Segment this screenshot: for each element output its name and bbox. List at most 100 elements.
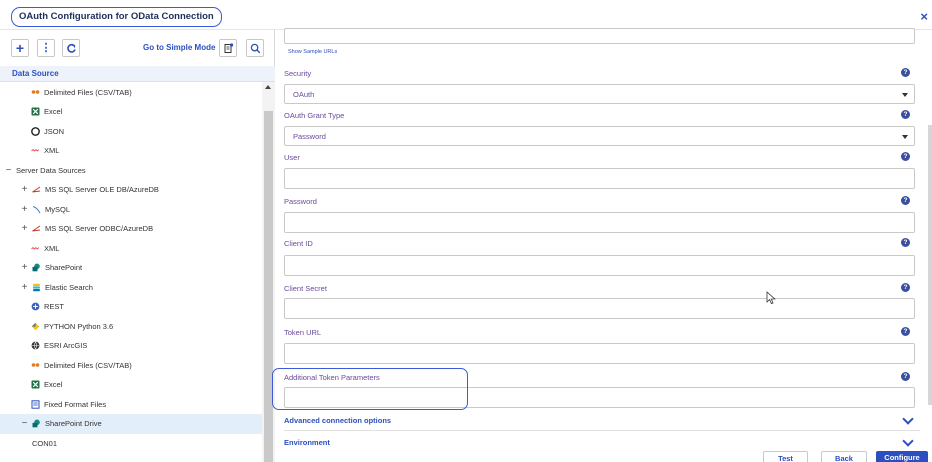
- quote-icon: [31, 88, 40, 97]
- caret-down-icon: [902, 135, 908, 139]
- tree-row[interactable]: + MS SQL Server OLE DB/AzureDB: [0, 180, 262, 200]
- chevron-down-icon[interactable]: [902, 435, 914, 447]
- vertical-dots-icon: ⋮: [40, 41, 52, 54]
- tree-item-label: REST: [44, 302, 65, 311]
- test-button[interactable]: Test: [763, 451, 808, 462]
- password-input[interactable]: [284, 212, 915, 233]
- json-icon: [31, 126, 40, 136]
- data-source-panel: + ⋮ Go to Simple Mode Data Source Delimi…: [0, 30, 275, 462]
- title-bar: OAuth Configuration for OData Connection…: [0, 0, 932, 30]
- data-source-header: Data Source: [0, 66, 275, 82]
- expand-icon[interactable]: +: [20, 223, 29, 234]
- scroll-thumb[interactable]: [264, 111, 273, 462]
- tree-row[interactable]: Excel: [0, 102, 262, 122]
- tree-item-label: Delimited Files (CSV/TAB): [44, 360, 132, 370]
- user-input[interactable]: [284, 168, 915, 189]
- collapse-icon[interactable]: −: [20, 418, 29, 429]
- tree-row[interactable]: Excel: [0, 375, 262, 395]
- tree-item-label: MS SQL Server ODBC/AzureDB: [45, 224, 154, 233]
- sqlserver-icon: [32, 185, 41, 194]
- new-document-button[interactable]: [219, 39, 237, 57]
- tree-item-label: MS SQL Server OLE DB/AzureDB: [45, 185, 159, 194]
- chevron-down-icon[interactable]: [902, 413, 914, 425]
- help-icon[interactable]: ?: [901, 372, 910, 381]
- password-label: Password: [284, 197, 317, 206]
- scroll-up-icon[interactable]: [265, 85, 271, 89]
- tree-row[interactable]: PYTHON Python 3.6: [0, 316, 262, 336]
- excel-icon: [31, 107, 40, 116]
- search-icon: [250, 43, 260, 53]
- sqlserver-icon: [32, 224, 41, 233]
- tree-item-label: PYTHON Python 3.6: [44, 321, 114, 331]
- expand-icon[interactable]: +: [20, 282, 29, 293]
- tree-row[interactable]: REST: [0, 297, 262, 317]
- tree-item-label: Elastic Search: [45, 282, 93, 292]
- rest-icon: [31, 302, 40, 311]
- go-to-simple-mode-link[interactable]: Go to Simple Mode: [143, 43, 215, 52]
- expand-icon[interactable]: +: [20, 184, 29, 195]
- search-button[interactable]: [246, 39, 264, 57]
- help-icon[interactable]: ?: [901, 283, 910, 292]
- url-field[interactable]: [284, 28, 915, 44]
- client-id-input[interactable]: [284, 255, 915, 276]
- tree-row[interactable]: XML: [0, 238, 262, 258]
- help-icon[interactable]: ?: [901, 196, 910, 205]
- tree-row[interactable]: Delimited Files (CSV/TAB): [0, 82, 262, 102]
- new-document-icon: [224, 42, 233, 53]
- help-icon[interactable]: ?: [901, 110, 910, 119]
- mouse-cursor-icon: [766, 291, 776, 305]
- tree-row[interactable]: Delimited Files (CSV/TAB): [0, 355, 262, 375]
- tree-row[interactable]: + MS SQL Server ODBC/AzureDB: [0, 219, 262, 239]
- tree-toolbar: + ⋮ Go to Simple Mode: [0, 30, 275, 64]
- globe-icon: [31, 341, 40, 350]
- add-button[interactable]: +: [11, 39, 29, 57]
- collapse-icon[interactable]: −: [4, 165, 13, 176]
- tree-item-label: Fixed Format Files: [44, 399, 107, 409]
- more-options-button[interactable]: ⋮: [37, 39, 55, 57]
- tree-item-label: SharePoint Drive: [45, 419, 102, 428]
- tree-row[interactable]: + Elastic Search: [0, 277, 262, 297]
- show-sample-urls-link[interactable]: Show Sample URLs: [288, 49, 337, 55]
- data-source-title: Data Source: [12, 69, 59, 78]
- expand-icon[interactable]: +: [20, 204, 29, 215]
- tree-row[interactable]: + SharePoint: [0, 258, 262, 278]
- client-secret-input[interactable]: [284, 298, 915, 319]
- advanced-options-section[interactable]: Advanced connection options: [284, 413, 920, 431]
- sharepoint-icon: [32, 419, 41, 428]
- back-button[interactable]: Back: [821, 451, 867, 462]
- refresh-button[interactable]: [62, 39, 80, 57]
- tree-row[interactable]: − Server Data Sources: [0, 160, 262, 180]
- client-secret-label: Client Secret: [284, 284, 327, 293]
- help-icon[interactable]: ?: [901, 152, 910, 161]
- grant-type-select[interactable]: Password: [284, 126, 915, 146]
- dialog-title: OAuth Configuration for OData Connection: [11, 7, 222, 27]
- help-icon[interactable]: ?: [901, 327, 910, 336]
- tree-row[interactable]: − SharePoint Drive: [0, 413, 262, 434]
- tree-row[interactable]: ESRI ArcGIS: [0, 336, 262, 356]
- xml-icon: [31, 244, 40, 253]
- help-icon[interactable]: ?: [901, 238, 910, 247]
- form-scrollbar[interactable]: [928, 125, 932, 405]
- tree-item-label: Server Data Sources: [16, 165, 86, 175]
- token-url-label: Token URL: [284, 328, 322, 337]
- user-label: User: [284, 153, 300, 162]
- tree-item-label: MySQL: [45, 204, 71, 214]
- configure-button[interactable]: Configure: [876, 451, 928, 462]
- security-select[interactable]: OAuth: [284, 84, 915, 104]
- tree-row[interactable]: + MySQL: [0, 199, 262, 219]
- tree-row[interactable]: XML: [0, 141, 262, 161]
- tree-item-label: JSON: [44, 126, 65, 136]
- security-label: Security: [284, 69, 312, 78]
- quote-icon: [31, 361, 40, 370]
- token-url-input[interactable]: [284, 343, 915, 364]
- tree-row[interactable]: Fixed Format Files: [0, 394, 262, 414]
- caret-down-icon: [902, 93, 908, 97]
- close-icon[interactable]: ×: [920, 10, 928, 23]
- help-icon[interactable]: ?: [901, 68, 910, 77]
- expand-icon[interactable]: +: [20, 262, 29, 273]
- tree-item-label: XML: [44, 243, 60, 253]
- tree-item-label: XML: [44, 146, 60, 155]
- tree-row[interactable]: CON01: [0, 433, 262, 453]
- tree-row[interactable]: JSON: [0, 121, 262, 141]
- sharepoint-icon: [32, 263, 41, 272]
